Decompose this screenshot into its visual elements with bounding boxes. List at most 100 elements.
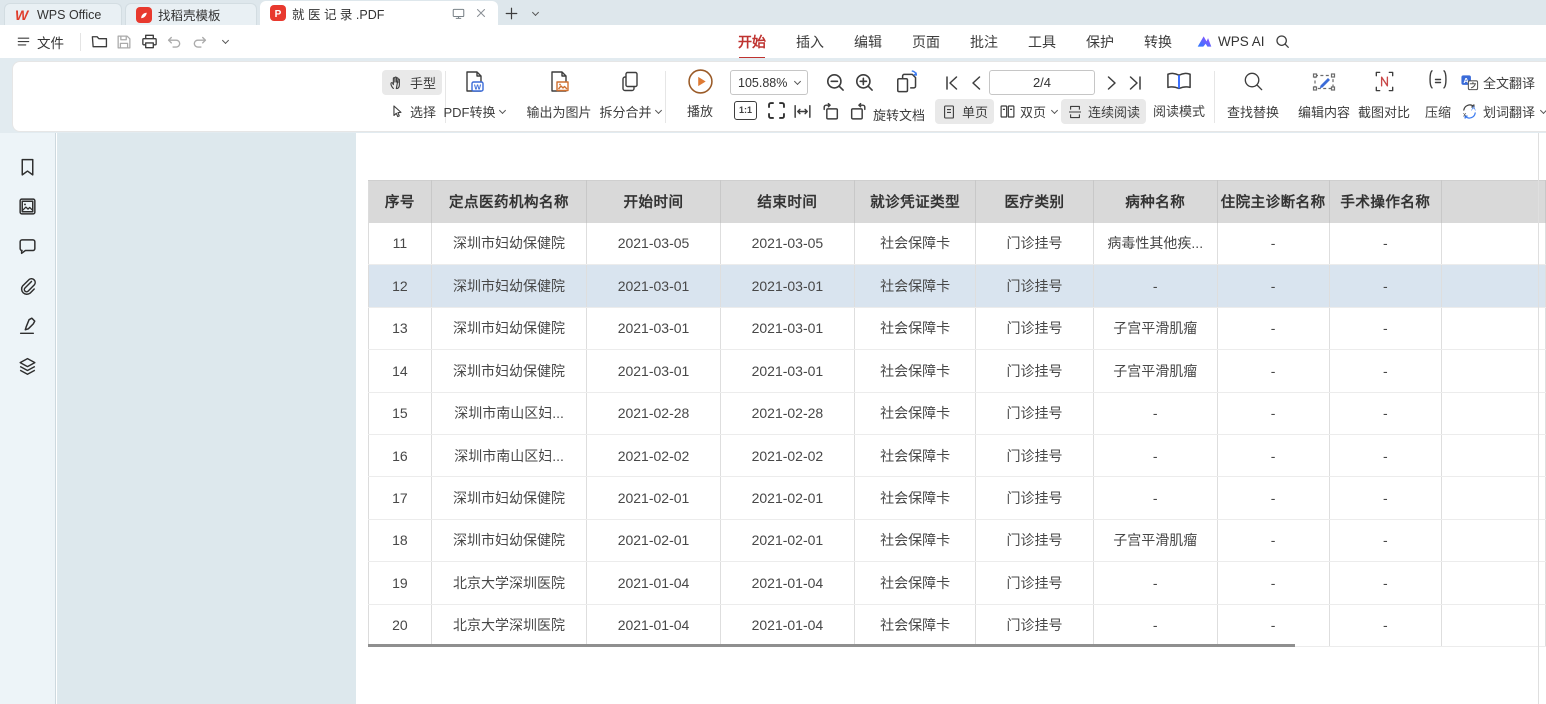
- previous-page-button[interactable]: [967, 73, 987, 98]
- first-page-button[interactable]: [942, 73, 962, 98]
- rotate-left-button[interactable]: [820, 101, 841, 127]
- print-button[interactable]: [138, 25, 160, 58]
- image-icon: [17, 196, 38, 217]
- wps-ai-button[interactable]: WPS AI: [1196, 25, 1265, 58]
- signature-panel-button[interactable]: [17, 316, 38, 342]
- table-cell: -: [1217, 265, 1329, 307]
- column-header: 就诊凭证类型: [855, 181, 976, 223]
- hand-tool-button[interactable]: 手型: [382, 70, 442, 95]
- table-cell: 门诊挂号: [976, 223, 1094, 265]
- rotate-left-icon: [820, 101, 841, 122]
- tab-list-chevron-icon[interactable]: [525, 1, 544, 25]
- redo-button[interactable]: [189, 25, 211, 58]
- table-cell: 子宫平滑肌瘤: [1093, 350, 1217, 392]
- menu-items: 开始 插入 编辑 页面 批注 工具 保护 转换: [738, 25, 1172, 58]
- pdf-page[interactable]: 序号定点医药机构名称开始时间结束时间就诊凭证类型医疗类别病种名称住院主诊断名称手…: [356, 133, 1546, 704]
- continuous-read-button[interactable]: 连续阅读: [1061, 99, 1146, 124]
- table-cell: [1442, 392, 1546, 434]
- layers-panel-button[interactable]: [17, 356, 38, 382]
- bookmarks-panel-button[interactable]: [17, 157, 38, 183]
- word-translate-button[interactable]: xA 划词翻译: [1460, 102, 1546, 121]
- menu-protect[interactable]: 保护: [1086, 32, 1114, 52]
- pdf-convert-button[interactable]: W PDF转换: [437, 69, 511, 121]
- double-page-button[interactable]: 双页: [999, 102, 1057, 121]
- chevron-down-icon: [498, 107, 505, 114]
- continuous-read-icon: [1067, 104, 1083, 120]
- edit-content-button[interactable]: 编辑内容: [1292, 69, 1356, 121]
- zoom-level-value: 105.88%: [738, 76, 787, 90]
- table-cell: 深圳市南山区妇...: [431, 392, 586, 434]
- table-cell: -: [1093, 265, 1217, 307]
- new-tab-button[interactable]: [498, 1, 525, 25]
- zoom-level-select[interactable]: 105.88%: [730, 70, 808, 95]
- toolbar: 手型 选择 W PDF转换 输出为图片 拆分合并 播放 105.88% 1:1: [12, 61, 1546, 132]
- hand-tool-label: 手型: [410, 73, 436, 92]
- open-file-button[interactable]: [88, 25, 110, 58]
- read-mode-button[interactable]: 阅读模式: [1147, 68, 1211, 120]
- save-button[interactable]: [113, 25, 135, 58]
- screenshot-compare-button[interactable]: 截图对比: [1352, 69, 1416, 121]
- zoom-in-button[interactable]: [853, 71, 876, 99]
- compress-button[interactable]: 压缩: [1412, 69, 1464, 121]
- split-merge-button[interactable]: 拆分合并: [592, 69, 668, 121]
- table-row: 11深圳市妇幼保健院2021-03-052021-03-05社会保障卡门诊挂号病…: [369, 223, 1546, 265]
- menu-convert[interactable]: 转换: [1144, 32, 1172, 52]
- rotate-document-label[interactable]: 旋转文档: [873, 105, 925, 124]
- tab-docer-templates[interactable]: 找稻壳模板: [125, 3, 257, 25]
- table-cell: [1442, 562, 1546, 604]
- find-replace-button[interactable]: 查找替换: [1221, 69, 1285, 121]
- table-cell: -: [1217, 307, 1329, 349]
- tab-wps-office[interactable]: W WPS Office: [4, 3, 122, 25]
- single-page-button[interactable]: 单页: [935, 99, 994, 124]
- menu-page[interactable]: 页面: [912, 32, 940, 52]
- play-button[interactable]: 播放: [675, 68, 725, 120]
- toolbar-background: 手型 选择 W PDF转换 输出为图片 拆分合并 播放 105.88% 1:1: [0, 58, 1546, 133]
- select-tool-button[interactable]: 选择: [382, 99, 442, 124]
- page-number-input[interactable]: 2/4: [989, 70, 1095, 95]
- full-translate-button[interactable]: A 全文翻译: [1460, 73, 1535, 92]
- menu-comment[interactable]: 批注: [970, 32, 998, 52]
- menu-home[interactable]: 开始: [738, 32, 766, 52]
- table-cell: 2021-03-01: [587, 350, 720, 392]
- table-cell: 北京大学深圳医院: [431, 562, 586, 604]
- comments-panel-button[interactable]: [17, 236, 38, 262]
- table-header-row: 序号定点医药机构名称开始时间结束时间就诊凭证类型医疗类别病种名称住院主诊断名称手…: [369, 181, 1546, 223]
- export-image-button[interactable]: 输出为图片: [518, 69, 600, 121]
- quick-access-chevron-icon[interactable]: [213, 25, 235, 58]
- rotate-right-button[interactable]: [848, 101, 869, 127]
- table-cell: -: [1093, 392, 1217, 434]
- rotate-pages-button[interactable]: [894, 69, 922, 102]
- column-header: [1442, 181, 1546, 223]
- export-image-icon: [546, 69, 572, 95]
- table-cell: 2021-03-05: [587, 223, 720, 265]
- window-tab-bar: W WPS Office 找稻壳模板 P 就 医 记 录 .PDF: [0, 0, 1546, 25]
- zoom-out-button[interactable]: [824, 71, 847, 99]
- thumbnails-panel-button[interactable]: [17, 196, 38, 222]
- fit-width-button[interactable]: [792, 101, 813, 127]
- menu-insert[interactable]: 插入: [796, 32, 824, 52]
- menu-search-button[interactable]: [1274, 25, 1291, 58]
- attachments-panel-button[interactable]: [17, 276, 38, 302]
- last-page-button[interactable]: [1125, 73, 1145, 98]
- table-cell: 子宫平滑肌瘤: [1093, 307, 1217, 349]
- present-on-monitor-icon[interactable]: [451, 6, 466, 21]
- rotate-document-text: 旋转文档: [873, 108, 925, 123]
- close-tab-icon[interactable]: [474, 6, 488, 20]
- table-row: 12深圳市妇幼保健院2021-03-012021-03-01社会保障卡门诊挂号-…: [369, 265, 1546, 307]
- table-cell: -: [1093, 477, 1217, 519]
- next-page-button[interactable]: [1101, 73, 1121, 98]
- file-menu[interactable]: 文件: [16, 25, 64, 58]
- table-cell: 13: [369, 307, 432, 349]
- table-cell: 2021-03-01: [720, 265, 854, 307]
- table-cell: 深圳市妇幼保健院: [431, 519, 586, 561]
- previous-page-icon: [967, 73, 987, 93]
- fit-page-button[interactable]: [765, 99, 788, 127]
- tab-document-pdf[interactable]: P 就 医 记 录 .PDF: [260, 1, 498, 25]
- menu-edit[interactable]: 编辑: [854, 32, 882, 52]
- actual-size-button[interactable]: 1:1: [734, 101, 757, 120]
- menu-tools[interactable]: 工具: [1028, 32, 1056, 52]
- table-cell: 14: [369, 350, 432, 392]
- table-cell: 深圳市妇幼保健院: [431, 350, 586, 392]
- undo-button[interactable]: [163, 25, 185, 58]
- table-row: 19北京大学深圳医院2021-01-042021-01-04社会保障卡门诊挂号-…: [369, 562, 1546, 604]
